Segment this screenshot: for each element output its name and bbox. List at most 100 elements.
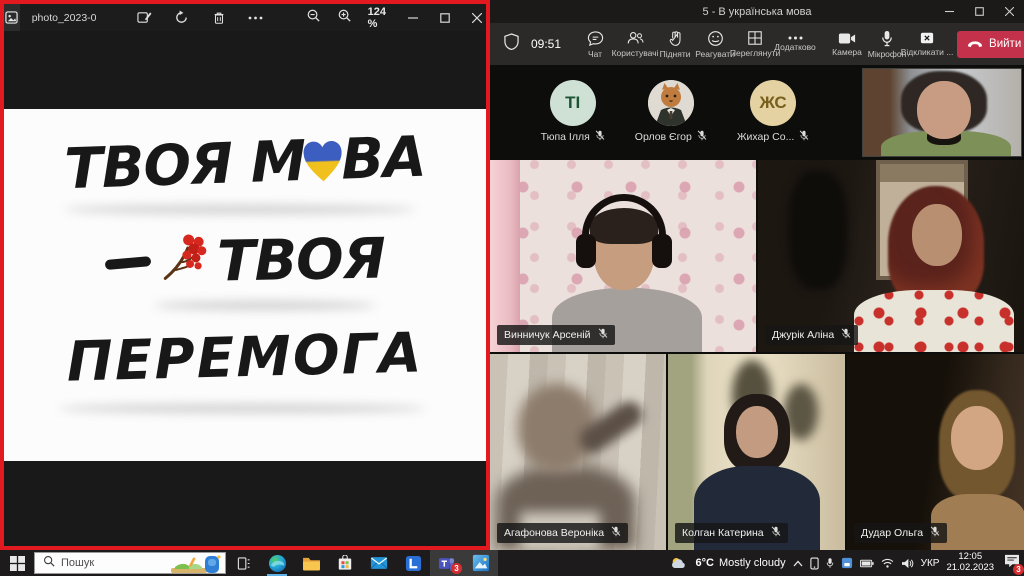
participant-name-tag: Дудар Ольга (854, 523, 947, 543)
close-button[interactable] (994, 0, 1024, 23)
edge-browser-icon[interactable] (260, 550, 294, 576)
leave-meeting-button[interactable]: Вийти (957, 31, 1024, 58)
weather-condition: Mostly cloudy (719, 557, 786, 569)
teams-notification-badge: 3 (451, 563, 462, 574)
participant-name: Дудар Ольга (861, 527, 923, 539)
participant-avatar-orlov[interactable]: Орлов Єгор (635, 80, 707, 144)
search-icon (43, 554, 55, 572)
video-tile-olga[interactable]: Дудар Ольга (847, 354, 1024, 550)
tray-chevron-icon[interactable] (793, 560, 803, 567)
action-center-icon[interactable]: 3 (1004, 554, 1020, 573)
clock-date: 21.02.2023 (946, 563, 994, 574)
tray-microphone-icon[interactable] (826, 557, 834, 569)
video-tile-katerina[interactable]: Колган Катерина (668, 354, 845, 550)
participant-avatar-tiupa[interactable]: ТІ Тюпа Ілля (541, 80, 605, 144)
avatar-initials: ЖС (750, 80, 796, 126)
viburnum-berries-icon (161, 228, 208, 297)
start-button[interactable] (0, 550, 34, 576)
view-button[interactable]: Переглянути (735, 23, 775, 65)
artwork-line1-pre: ТВОЯ М (63, 129, 306, 202)
security-shield-icon (504, 33, 519, 55)
teams-titlebar: 5 - В українська мова (490, 0, 1024, 23)
video-tile-arseniy[interactable]: Винничук Арсеній (490, 160, 756, 352)
camera-button[interactable]: Камера (827, 23, 867, 65)
mic-muted-icon (799, 130, 809, 144)
close-button[interactable] (468, 9, 486, 27)
participant-name: Джурік Аліна (772, 329, 834, 341)
mic-muted-icon (595, 130, 605, 144)
meeting-toolbar: 09:51 Чат Користувачі Підняти Реагувати … (490, 23, 1024, 65)
mail-icon[interactable] (362, 550, 396, 576)
raise-hand-button[interactable]: Підняти (655, 23, 695, 65)
camera-label: Камера (832, 47, 862, 57)
edit-photo-icon[interactable] (135, 8, 155, 28)
headphone-earcup (652, 234, 672, 268)
chat-button[interactable]: Чат (575, 23, 615, 65)
artwork-line3: ПЕРЕМОГА (4, 319, 486, 396)
weather-icon[interactable] (670, 556, 688, 570)
raise-hand-label: Підняти (660, 49, 691, 59)
participants-button[interactable]: Користувачі (615, 23, 655, 65)
mic-muted-icon (697, 130, 707, 144)
rotate-photo-icon[interactable] (172, 8, 192, 28)
zoom-in-icon[interactable] (337, 8, 352, 28)
taskbar: Пошук 3 (0, 550, 1024, 576)
avatar-initials: ТІ (550, 80, 596, 126)
participant-avatar-zhykhar[interactable]: ЖС Жихар Со... (737, 80, 809, 144)
action-center-badge: 3 (1013, 564, 1024, 575)
participant-name-tag: Винничук Арсеній (497, 325, 615, 345)
photos-app-taskbar-icon[interactable] (464, 550, 498, 576)
react-button[interactable]: Реагувати (695, 23, 735, 65)
volume-icon[interactable] (901, 558, 914, 569)
minimize-button[interactable] (404, 9, 422, 27)
taskbar-clock[interactable]: 12:05 21.02.2023 (946, 552, 994, 574)
mic-muted-icon (771, 526, 781, 540)
language-indicator[interactable]: УКР (921, 558, 940, 569)
maximize-button[interactable] (964, 0, 994, 23)
person-body (854, 290, 1014, 352)
your-phone-icon[interactable] (810, 557, 819, 570)
search-placeholder: Пошук (61, 557, 94, 569)
photo-image: ТВОЯ МВА ТВОЯ ПЕРЕМОГА (4, 109, 486, 461)
delete-photo-icon[interactable] (209, 8, 229, 28)
wifi-icon[interactable] (881, 558, 894, 568)
video-tile-alina[interactable]: Джурік Аліна (758, 160, 1024, 352)
meeting-stage: ТІ Тюпа Ілля Орлов Єгор Ж (490, 65, 1024, 550)
stop-sharing-button[interactable]: Відкликати ... (907, 23, 947, 65)
chat-label: Чат (588, 49, 602, 59)
weather-text[interactable]: 6°C Mostly cloudy (695, 557, 785, 569)
more-options-icon[interactable] (246, 8, 266, 28)
participant-name: Колган Катерина (682, 527, 764, 539)
photo-titlebar: photo_2023-02-21_08-26-5... (4, 4, 486, 31)
video-tile-teacher[interactable] (862, 68, 1022, 157)
view-label: Переглянути (730, 48, 780, 58)
file-explorer-icon[interactable] (294, 550, 328, 576)
participant-name: Тюпа Ілля (541, 131, 590, 143)
search-input[interactable]: Пошук (34, 552, 226, 574)
microsoft-store-icon[interactable] (328, 550, 362, 576)
photos-app-icon (4, 4, 20, 31)
teams-tray-icon[interactable] (841, 557, 853, 569)
mic-muted-icon (930, 526, 940, 540)
microphone-button[interactable]: Мікрофон (867, 23, 907, 65)
participant-name: Агафонова Вероніка (504, 527, 604, 539)
participant-name: Орлов Єгор (635, 131, 692, 143)
zoom-out-icon[interactable] (306, 8, 321, 28)
artwork-shadow (154, 301, 376, 310)
zoom-level: 124 % (368, 6, 386, 30)
more-actions-button[interactable]: Додатково (775, 23, 815, 65)
task-view-button[interactable] (226, 550, 260, 576)
avatar-row: ТІ Тюпа Ілля Орлов Єгор Ж (490, 65, 860, 159)
person-face (917, 81, 971, 139)
mic-muted-icon (598, 328, 608, 342)
teams-app-icon[interactable]: 3 (430, 550, 464, 576)
artwork-shadow (64, 205, 416, 214)
lightshot-icon[interactable] (396, 550, 430, 576)
maximize-button[interactable] (436, 9, 454, 27)
video-tile-veronika[interactable]: Агафонова Вероніка (490, 354, 666, 550)
ukraine-heart-icon (301, 132, 345, 198)
participant-name-tag: Агафонова Вероніка (497, 523, 628, 543)
headphone-earcup (576, 234, 596, 268)
battery-icon[interactable] (860, 559, 874, 568)
minimize-button[interactable] (934, 0, 964, 23)
